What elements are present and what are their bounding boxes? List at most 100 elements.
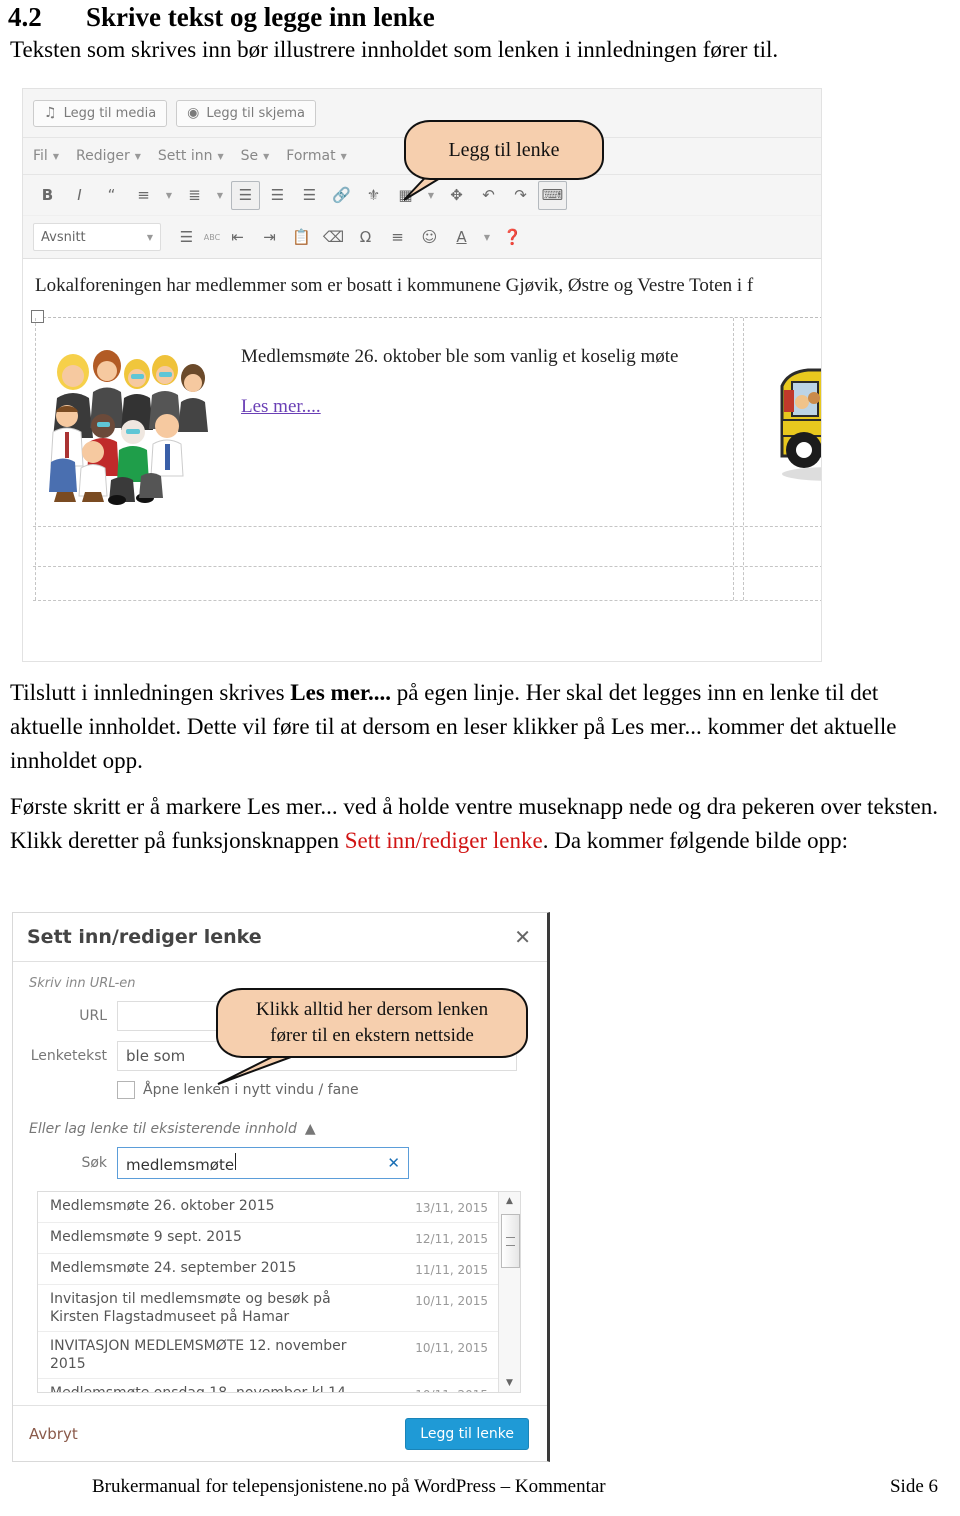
- embedded-block-link[interactable]: Les mer....: [241, 396, 321, 418]
- embedded-block-heading: Medlemsmøte 26. oktober ble som vanlig e…: [241, 346, 679, 367]
- add-media-icon: ♫: [44, 105, 57, 121]
- chevron-down-icon: ▼: [134, 151, 141, 161]
- add-link-button[interactable]: Legg til lenke: [405, 1417, 529, 1450]
- list-item[interactable]: Medlemsmøte 9 sept. 2015 12/11, 2015: [38, 1223, 498, 1254]
- close-icon[interactable]: ✕: [514, 925, 531, 949]
- existing-content-toggle[interactable]: Eller lag lenke til eksisterende innhold…: [13, 1121, 547, 1137]
- chevron-up-icon: ▲: [304, 1121, 316, 1137]
- list-item[interactable]: INVITASJON MEDLEMSMØTE 12. november 2015…: [38, 1332, 498, 1379]
- list-item[interactable]: Invitasjon til medlemsmøte og besøk på K…: [38, 1285, 498, 1332]
- bullet-list-icon[interactable]: ≡: [129, 181, 158, 210]
- callout-ekstern-line2: fører til en ekstern nettside: [270, 1025, 474, 1046]
- paragraph-style-value: Avsnitt: [41, 229, 86, 245]
- block-dashed-guide: [35, 318, 36, 600]
- paragraph-1-part-a: Tilslutt i innledningen skrives: [10, 680, 291, 705]
- clear-formatting-icon[interactable]: ⌫: [319, 223, 348, 252]
- chevron-down-icon: ▼: [52, 151, 59, 161]
- add-form-label: Legg til skjema: [206, 105, 306, 121]
- list-item-date: 11/11, 2015: [415, 1263, 488, 1277]
- results-scrollbar[interactable]: ▲ ▼: [498, 1192, 520, 1392]
- horizontal-line-icon[interactable]: ≡: [383, 223, 412, 252]
- block-dashed-guide: [33, 600, 821, 601]
- block-resize-handle[interactable]: [31, 310, 44, 323]
- text-cursor: [235, 1152, 237, 1170]
- existing-content-label: Eller lag lenke til eksisterende innhold: [29, 1121, 297, 1137]
- justify-icon[interactable]: ☰: [172, 223, 201, 252]
- redo-icon[interactable]: ↷: [506, 181, 535, 210]
- align-center-icon[interactable]: ☰: [263, 181, 292, 210]
- editor-content-area[interactable]: Lokalforeningen har medlemmer som er bos…: [23, 259, 821, 661]
- dialog-title: Sett inn/rediger lenke: [27, 926, 262, 948]
- menu-rediger[interactable]: Rediger ▼: [76, 148, 141, 164]
- paragraph-2-part-b: . Da kommer følgende bilde opp:: [542, 828, 849, 853]
- italic-icon[interactable]: I: [65, 181, 94, 210]
- indent-icon[interactable]: ⇥: [255, 223, 284, 252]
- blockquote-icon[interactable]: “: [97, 181, 126, 210]
- scrollbar-thumb[interactable]: [501, 1214, 520, 1268]
- keyboard-shortcuts-icon[interactable]: ⌨: [538, 180, 567, 210]
- menu-sett-inn-label: Sett inn: [157, 148, 213, 164]
- text-color-caret-icon[interactable]: ▼: [479, 223, 495, 252]
- align-right-icon[interactable]: ☰: [295, 181, 324, 210]
- list-item-title: Medlemsmøte 9 sept. 2015: [50, 1229, 242, 1245]
- align-left-icon[interactable]: ☰: [231, 180, 260, 210]
- emoji-icon[interactable]: ☺: [415, 223, 444, 252]
- list-item-date: 10/11, 2015: [415, 1341, 488, 1355]
- editor-intro-line: Lokalforeningen har medlemmer som er bos…: [35, 275, 754, 296]
- document-page: 4.2 Skrive tekst og legge inn lenke Tekst…: [0, 0, 960, 1516]
- paragraph-2: Første skritt er å markere Les mer... ve…: [10, 790, 954, 858]
- new-window-checkbox[interactable]: [117, 1081, 135, 1099]
- list-item-date: 12/11, 2015: [415, 1232, 488, 1246]
- page-footer: Brukermanual for telepensjonistene.no på…: [0, 1476, 960, 1506]
- paragraph-2-highlight: Sett inn/rediger lenke: [344, 828, 543, 853]
- undo-icon[interactable]: ↶: [474, 181, 503, 210]
- add-media-label: Legg til media: [63, 105, 157, 121]
- list-item-title: INVITASJON MEDLEMSMØTE 12. november 2015: [50, 1338, 347, 1372]
- list-item[interactable]: Medlemsmøte 26. oktober 2015 13/11, 2015: [38, 1192, 498, 1223]
- search-results-list[interactable]: Medlemsmøte 26. oktober 2015 13/11, 2015…: [37, 1191, 521, 1393]
- heading-number: 4.2: [8, 2, 42, 32]
- editor-embedded-block[interactable]: Medlemsmøte 26. oktober ble som vanlig e…: [31, 310, 821, 618]
- linktext-input-value: ble som: [126, 1047, 186, 1065]
- insert-link-icon[interactable]: 🔗: [327, 181, 356, 210]
- list-item[interactable]: Medlemsmøte 24. september 2015 11/11, 20…: [38, 1254, 498, 1285]
- menu-sett-inn[interactable]: Sett inn ▼: [158, 148, 224, 164]
- bold-icon[interactable]: B: [33, 181, 62, 210]
- help-icon[interactable]: ❓: [498, 223, 527, 252]
- list-item-date: 13/11, 2015: [415, 1201, 488, 1215]
- paragraph-style-select[interactable]: Avsnitt ▼: [33, 223, 161, 251]
- add-form-button[interactable]: ◉ Legg til skjema: [176, 99, 317, 127]
- url-label: URL: [79, 1008, 107, 1024]
- remove-link-icon[interactable]: ⚜: [359, 181, 388, 210]
- scroll-down-icon[interactable]: ▼: [499, 1374, 520, 1392]
- scroll-up-icon[interactable]: ▲: [499, 1192, 520, 1210]
- paragraph-1-bold: Les mer....: [290, 680, 391, 705]
- menu-format[interactable]: Format ▼: [286, 148, 347, 164]
- search-results-items: Medlemsmøte 26. oktober 2015 13/11, 2015…: [38, 1192, 498, 1392]
- numbered-list-caret-icon[interactable]: ▼: [212, 181, 228, 210]
- callout-legg-til-lenke: Legg til lenke: [404, 120, 604, 180]
- clear-search-icon[interactable]: ✕: [387, 1154, 400, 1172]
- menu-fil[interactable]: Fil ▼: [33, 148, 59, 164]
- search-input[interactable]: medlemsmøte ✕: [117, 1147, 409, 1179]
- outdent-icon[interactable]: ⇤: [223, 223, 252, 252]
- text-color-icon[interactable]: A: [447, 223, 476, 252]
- special-character-icon[interactable]: Ω: [351, 223, 380, 252]
- list-item-title: Medlemsmøte 26. oktober 2015: [50, 1198, 275, 1214]
- block-dashed-guide: [733, 318, 734, 600]
- cancel-button[interactable]: Avbryt: [29, 1425, 78, 1443]
- chevron-down-icon: ▼: [217, 151, 224, 161]
- footer-left-text: Brukermanual for telepensjonistene.no på…: [92, 1476, 606, 1497]
- add-media-button[interactable]: ♫ Legg til media: [33, 99, 168, 127]
- bullet-list-caret-icon[interactable]: ▼: [161, 181, 177, 210]
- crowd-of-people-illustration: [45, 340, 215, 506]
- paste-as-text-icon[interactable]: 📋: [287, 223, 316, 252]
- menu-rediger-label: Rediger: [75, 148, 130, 164]
- numbered-list-icon[interactable]: ≣: [180, 181, 209, 210]
- list-item[interactable]: Medlemsmøte onsdag 18. november kl.14 10…: [38, 1379, 498, 1392]
- add-form-icon: ◉: [187, 105, 200, 121]
- menu-se[interactable]: Se ▼: [241, 148, 270, 164]
- callout-legg-til-lenke-text: Legg til lenke: [448, 138, 560, 161]
- strikethrough-icon[interactable]: ABC: [204, 223, 220, 252]
- footer-page-number: Side 6: [889, 1476, 938, 1497]
